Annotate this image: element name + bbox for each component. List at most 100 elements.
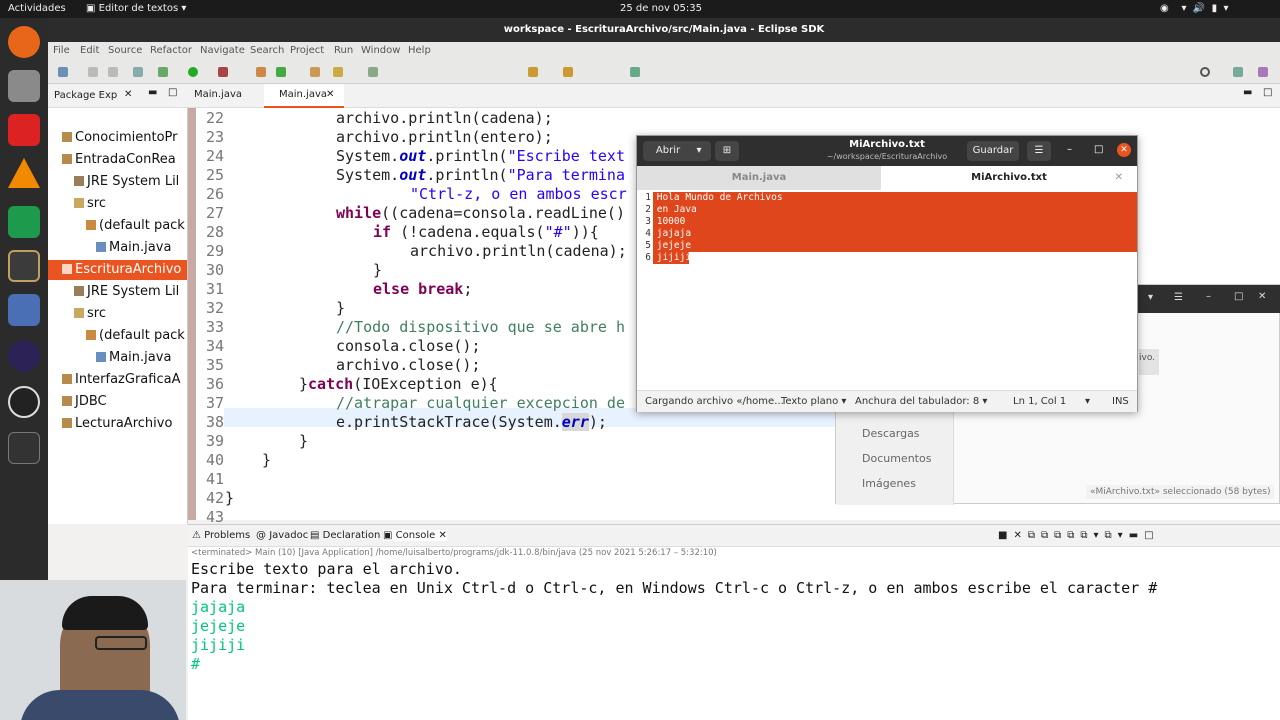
spreadsheet-icon[interactable] xyxy=(8,206,40,238)
tree-item[interactable]: (default pack xyxy=(86,216,185,236)
text-editor-icon[interactable] xyxy=(8,294,40,326)
close-icon[interactable]: ✕ xyxy=(326,89,334,100)
run-icon[interactable] xyxy=(188,67,198,77)
minimize-icon[interactable]: ▬ xyxy=(148,87,157,98)
forward-icon[interactable] xyxy=(563,67,573,77)
tab-main-java-1[interactable]: Main.java xyxy=(194,89,242,100)
open-menu-button[interactable]: ▾ xyxy=(687,141,711,161)
annotation-icon[interactable] xyxy=(368,67,378,77)
activities-button[interactable]: Actividades xyxy=(8,3,66,14)
close-icon[interactable]: ✕ xyxy=(124,89,132,100)
tree-item[interactable]: JRE System Lil xyxy=(74,172,179,192)
maximize-icon[interactable]: □ xyxy=(168,87,177,98)
perspective-icon[interactable] xyxy=(630,67,640,77)
menu-search[interactable]: Search xyxy=(250,45,284,56)
menu-project[interactable]: Project xyxy=(290,45,324,56)
menu-refactor[interactable]: Refactor xyxy=(150,45,192,56)
tree-item[interactable]: EntradaConRea xyxy=(62,150,176,170)
search-tool-icon[interactable] xyxy=(333,67,343,77)
tree-item[interactable]: JRE System Lil xyxy=(74,282,179,302)
save-all-icon[interactable] xyxy=(108,67,118,77)
tab-width-selector[interactable]: Anchura del tabulador: 8 ▾ xyxy=(855,396,987,407)
tree-item[interactable]: InterfazGraficaA xyxy=(62,370,180,390)
menu-file[interactable]: File xyxy=(53,45,70,56)
tree-item[interactable]: src xyxy=(74,304,106,324)
tab-miarchivo[interactable]: MiArchivo.txt ✕ xyxy=(881,166,1137,190)
line-number: 26 xyxy=(205,185,224,203)
tree-item[interactable]: JDBC xyxy=(62,392,107,412)
menu-icon[interactable]: ☰ xyxy=(1027,141,1051,161)
tab-main-java[interactable]: Main.java xyxy=(637,166,881,190)
tab-console[interactable]: ▣ Console ✕ xyxy=(383,530,447,541)
menu-navigate[interactable]: Navigate xyxy=(200,45,245,56)
terminal-icon[interactable] xyxy=(8,432,40,464)
chevron-down-icon[interactable]: ▾ xyxy=(1085,396,1090,407)
coverage-icon[interactable] xyxy=(218,67,228,77)
save-button[interactable]: Guardar xyxy=(967,141,1019,161)
java-perspective-icon[interactable] xyxy=(1258,67,1268,77)
package-icon xyxy=(86,220,96,230)
tab-main-java-2[interactable]: Main.java ✕ xyxy=(264,84,344,108)
save-icon[interactable] xyxy=(88,67,98,77)
menu-edit[interactable]: Edit xyxy=(80,45,99,56)
tree-item[interactable]: ConocimientoPr xyxy=(62,128,178,148)
close-icon[interactable]: ✕ xyxy=(1117,143,1131,157)
obs-icon[interactable] xyxy=(8,386,40,418)
firefox-icon[interactable] xyxy=(8,26,40,58)
vlc-icon[interactable] xyxy=(8,158,40,188)
maximize-icon[interactable]: □ xyxy=(1263,87,1272,98)
menu-icon[interactable]: ☰ xyxy=(1174,292,1183,303)
place-documents[interactable]: Documentos xyxy=(862,452,931,465)
search-icon[interactable] xyxy=(1200,67,1210,77)
new-icon[interactable] xyxy=(58,67,68,77)
tree-item[interactable]: (default pack xyxy=(86,326,185,346)
gedit-text-area[interactable]: 1 Hola Mundo de Archivos 2 en Java 3 100… xyxy=(637,190,1137,390)
tree-item[interactable]: Main.java xyxy=(96,238,171,258)
language-selector[interactable]: Texto plano ▾ xyxy=(781,396,846,407)
insert-mode[interactable]: INS xyxy=(1112,396,1129,407)
file-item-partial[interactable]: ivo. xyxy=(1139,349,1159,375)
open-button[interactable]: Abrir xyxy=(643,141,693,161)
new-java-project-icon[interactable] xyxy=(256,67,266,77)
menu-window[interactable]: Window xyxy=(361,45,400,56)
minimize-icon[interactable]: – xyxy=(1067,144,1072,155)
tree-item[interactable]: src xyxy=(74,194,106,214)
menu-help[interactable]: Help xyxy=(408,45,431,56)
tab-problems[interactable]: ⚠ Problems xyxy=(192,530,250,541)
files-icon[interactable] xyxy=(8,70,40,102)
tree-item[interactable]: LecturaArchivo xyxy=(62,414,172,434)
minimize-icon[interactable]: – xyxy=(1206,291,1211,302)
close-icon[interactable]: ✕ xyxy=(1115,166,1123,190)
eclipse-icon[interactable] xyxy=(8,340,40,372)
new-tab-icon[interactable]: ⊞ xyxy=(715,141,739,161)
back-icon[interactable] xyxy=(528,67,538,77)
app-menu[interactable]: ▣ Editor de textos ▾ xyxy=(86,3,186,14)
new-package-icon[interactable] xyxy=(276,67,286,77)
status-icons[interactable]: ◉ ▾ 🔊 ▮ ▾ xyxy=(1160,3,1229,14)
place-images[interactable]: Imágenes xyxy=(862,477,916,490)
maximize-icon[interactable]: □ xyxy=(1234,291,1243,302)
tab-javadoc[interactable]: @ Javadoc xyxy=(256,530,308,541)
package-explorer-tab[interactable]: Package Exp ✕ ▬ □ xyxy=(48,84,188,108)
close-icon[interactable]: ✕ xyxy=(1258,291,1266,302)
open-type-icon[interactable] xyxy=(310,67,320,77)
place-downloads[interactable]: Descargas xyxy=(862,427,920,440)
clock[interactable]: 25 de nov 05:35 xyxy=(620,3,702,14)
tree-item[interactable]: Main.java xyxy=(96,348,171,368)
tree-item-label: ConocimientoPr xyxy=(75,130,178,145)
software-center-icon[interactable] xyxy=(8,114,40,146)
android-studio-icon[interactable] xyxy=(8,250,40,282)
minimize-icon[interactable]: ▬ xyxy=(1243,87,1252,98)
console-toolbar[interactable]: ■✕⧉⧉⧉⧉⧉▾⧉▾▬□ xyxy=(998,530,1160,541)
tab-declaration[interactable]: ▤ Declaration xyxy=(310,530,380,541)
menu-run[interactable]: Run xyxy=(334,45,353,56)
chevron-down-icon[interactable]: ▾ xyxy=(1148,292,1153,303)
line-number: 41 xyxy=(205,470,224,488)
open-perspective-icon[interactable] xyxy=(1233,67,1243,77)
cursor-position[interactable]: Ln 1, Col 1 xyxy=(1013,396,1066,407)
skip-breakpoints-icon[interactable] xyxy=(133,67,143,77)
debug-icon[interactable] xyxy=(158,67,168,77)
menu-source[interactable]: Source xyxy=(108,45,142,56)
maximize-icon[interactable]: □ xyxy=(1094,144,1103,155)
tree-item-selected[interactable]: EscrituraArchivo xyxy=(48,260,187,280)
